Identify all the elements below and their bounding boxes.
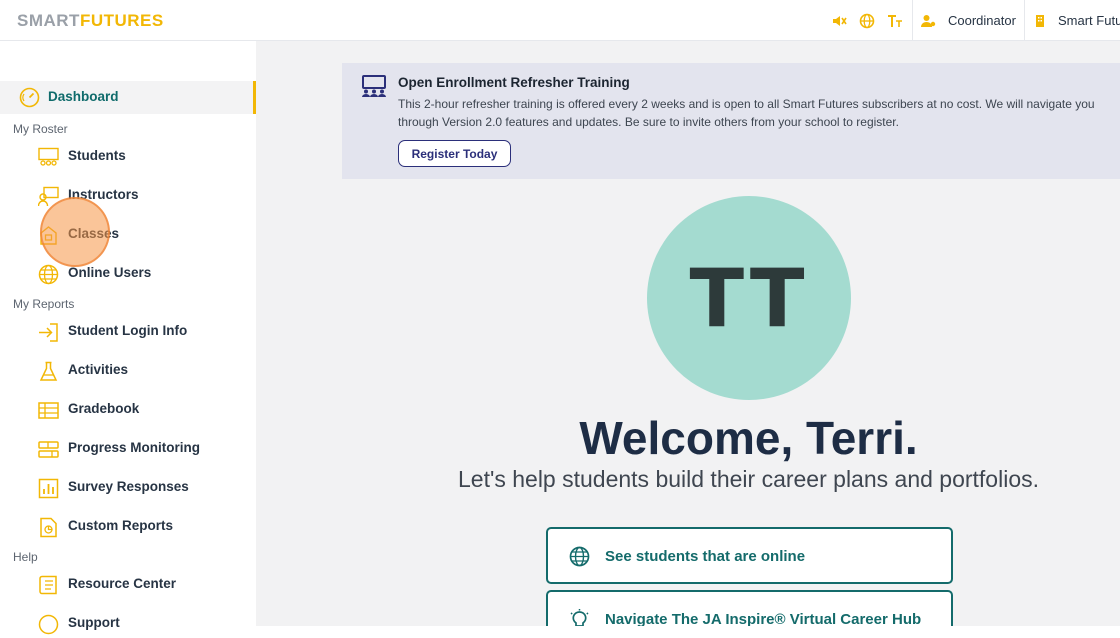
sidebar-item-survey-responses[interactable]: Survey Responses [0,474,256,502]
sidebar-item-label: Student Login Info [68,323,188,338]
progress-bars-icon [38,441,59,458]
role-selector[interactable]: Coordinator [948,13,1016,28]
sidebar-item-classes[interactable]: Classes [0,221,256,249]
login-arrow-icon [39,323,58,342]
classroom-icon [362,75,386,97]
lightbulb-icon [570,609,589,626]
sidebar-item-resource-center[interactable]: Resource Center [0,571,256,599]
section-help: Help [13,550,38,564]
text-size-icon[interactable] [887,13,903,29]
bar-chart-icon [38,478,59,499]
welcome-subheading: Let's help students build their career p… [457,466,1040,492]
classes-icon [40,226,57,245]
report-document-icon [40,517,57,538]
school-icon [1036,15,1044,27]
section-my-roster: My Roster [13,122,68,136]
sidebar-item-instructors[interactable]: Instructors [0,182,256,210]
topbar-separator [1024,0,1025,40]
students-icon [38,147,59,166]
action-label: See students that are online [605,548,806,565]
instructors-icon [38,186,59,207]
sidebar-item-label: Online Users [68,265,152,280]
sidebar-item-custom-reports[interactable]: Custom Reports [0,513,256,541]
sidebar-item-online-users[interactable]: Online Users [0,260,256,288]
sidebar-item-label: Classes [68,226,120,241]
school-selector[interactable]: Smart Futu [1058,13,1120,28]
sidebar: Dashboard My Roster Students Instructors… [0,41,256,635]
sidebar-item-label: Dashboard [48,89,119,104]
banner-body: This 2-hour refresher training is offere… [398,97,1095,129]
topbar-separator [912,0,913,40]
sidebar-item-label: Survey Responses [68,479,189,494]
register-today-button[interactable]: Register Today [398,140,511,167]
support-icon [38,614,59,635]
sidebar-item-label: Progress Monitoring [68,440,201,455]
sound-off-icon[interactable] [831,13,847,29]
top-bar: SMARTFUTURES Coordinator Smart Futu [0,0,1120,41]
section-my-reports: My Reports [13,297,75,311]
sidebar-item-label: Gradebook [68,401,140,416]
globe-icon [569,546,590,567]
book-icon [39,575,57,595]
sidebar-item-label: Students [68,148,126,163]
virtual-career-hub-button[interactable]: Navigate The JA Inspire® Virtual Career … [546,590,953,626]
action-label: Navigate The JA Inspire® Virtual Career … [605,611,922,626]
flask-icon [39,361,58,381]
user-role-icon [921,15,936,27]
banner-title: Open Enrollment Refresher Training [398,75,630,90]
sidebar-item-students[interactable]: Students [0,143,256,171]
globe-icon [38,264,59,285]
training-banner: Open Enrollment Refresher Training This … [342,63,1120,179]
sidebar-item-student-login-info[interactable]: Student Login Info [0,318,256,346]
dashboard-gauge-icon [19,87,40,108]
globe-icon[interactable] [859,13,875,29]
logo-text-smart: SMART [17,11,80,30]
sidebar-item-label: Support [68,615,120,630]
see-online-students-button[interactable]: See students that are online [546,527,953,584]
sidebar-item-activities[interactable]: Activities [0,357,256,385]
sidebar-item-progress-monitoring[interactable]: Progress Monitoring [0,435,256,463]
logo-text-futures: FUTURES [79,11,164,30]
user-avatar: TT [647,196,851,400]
avatar-initials: TT [689,251,809,345]
sidebar-item-label: Instructors [68,187,139,202]
table-grid-icon [38,402,59,419]
sidebar-item-label: Resource Center [68,576,177,591]
sidebar-item-label: Custom Reports [68,518,174,533]
sidebar-item-support[interactable]: Support [0,610,256,638]
welcome-heading: Welcome, Terri. [579,412,918,464]
sidebar-item-label: Activities [68,362,129,377]
sidebar-item-gradebook[interactable]: Gradebook [0,396,256,424]
smart-futures-logo[interactable]: SMARTFUTURES [17,11,164,31]
sidebar-item-dashboard[interactable]: Dashboard [0,81,256,114]
main-content: Open Enrollment Refresher Training This … [256,41,1120,626]
